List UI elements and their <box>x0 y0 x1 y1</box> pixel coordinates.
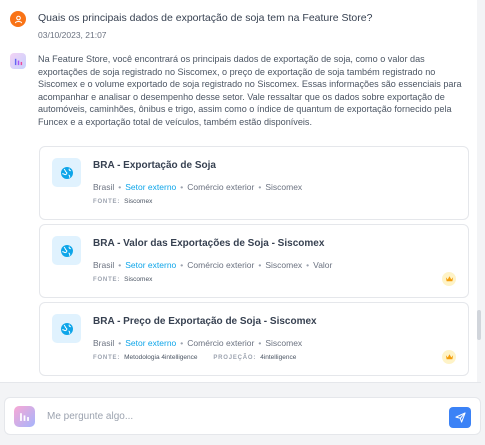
tag: Comércio exterior <box>187 260 255 270</box>
card-icon <box>52 236 81 265</box>
projection-value: 4intelligence <box>260 354 297 361</box>
tag-separator: • <box>180 182 184 192</box>
tag: Comércio exterior <box>187 182 255 192</box>
scrollbar-thumb[interactable] <box>477 310 481 340</box>
assistant-avatar <box>10 53 26 69</box>
tag-separator: • <box>118 182 122 192</box>
paper-plane-icon <box>454 412 466 423</box>
tag: Valor <box>313 260 333 270</box>
source-value: Siscomex <box>124 198 153 205</box>
globe-icon <box>60 322 73 335</box>
chat-input[interactable] <box>47 407 427 425</box>
tag-separator: • <box>180 338 184 348</box>
premium-badge <box>442 350 456 364</box>
crown-icon <box>445 354 453 360</box>
tag: Siscomex <box>265 182 303 192</box>
tag-separator: • <box>118 260 122 270</box>
chat-input-bar <box>4 397 481 435</box>
source-label: FONTE: <box>93 277 121 283</box>
card-source: FONTE: Siscomex <box>93 198 152 205</box>
source-value: Siscomex <box>124 276 153 283</box>
tag-separator: • <box>180 260 184 270</box>
source-value: Metodologia 4intelligence <box>124 354 198 361</box>
tag-highlight: Setor externo <box>125 260 177 270</box>
send-button[interactable] <box>449 407 471 428</box>
dataset-card[interactable]: BRA - Exportação de Soja Brasil • Setor ex… <box>39 146 469 220</box>
user-question: Quais os principais dados de exportação … <box>38 12 373 24</box>
card-tags: Brasil • Setor externo • Comércio exterior • S… <box>93 260 332 270</box>
card-source: FONTE: Siscomex <box>93 276 152 283</box>
user-avatar <box>10 11 26 27</box>
card-icon <box>52 314 81 343</box>
assistant-logo <box>14 406 35 427</box>
card-icon <box>52 158 81 187</box>
tag: Siscomex <box>265 260 303 270</box>
tag-separator: • <box>118 338 122 348</box>
tag-separator: • <box>258 182 262 192</box>
card-source: FONTE: Metodologia 4intelligence PROJEÇÃO… <box>93 354 296 361</box>
projection-label: PROJEÇÃO: <box>213 355 257 361</box>
chart-logo-icon <box>14 58 22 65</box>
user-icon <box>14 15 22 23</box>
tag-highlight: Setor externo <box>125 338 177 348</box>
card-tags: Brasil • Setor externo • Comércio exterior • S… <box>93 338 302 348</box>
assistant-answer: Na Feature Store, você encontrará os pri… <box>38 54 462 127</box>
tag: Brasil <box>93 338 115 348</box>
globe-icon <box>60 244 73 257</box>
tag-separator: • <box>258 338 262 348</box>
dataset-card[interactable]: BRA - Preço de Exportação de Soja - Sisc… <box>39 302 469 376</box>
globe-icon <box>60 166 73 179</box>
card-tags: Brasil • Setor externo • Comércio exterior • S… <box>93 182 302 192</box>
chart-logo-icon <box>20 413 29 421</box>
premium-badge <box>442 272 456 286</box>
tag: Brasil <box>93 260 115 270</box>
card-title[interactable]: BRA - Valor das Exportações de Soja - Si… <box>93 238 324 249</box>
source-label: FONTE: <box>93 199 121 205</box>
card-title[interactable]: BRA - Preço de Exportação de Soja - Sisc… <box>93 316 317 327</box>
tag-separator: • <box>306 260 310 270</box>
tag: Comércio exterior <box>187 338 255 348</box>
crown-icon <box>445 276 453 282</box>
chat-panel: Quais os principais dados de exportação … <box>0 0 481 383</box>
message-timestamp: 03/10/2023, 21:07 <box>38 30 107 40</box>
tag: Siscomex <box>265 338 303 348</box>
tag: Brasil <box>93 182 115 192</box>
tag-separator: • <box>258 260 262 270</box>
dataset-card[interactable]: BRA - Valor das Exportações de Soja - Si… <box>39 224 469 298</box>
card-title[interactable]: BRA - Exportação de Soja <box>93 160 216 171</box>
tag-highlight: Setor externo <box>125 182 177 192</box>
source-label: FONTE: <box>93 355 121 361</box>
